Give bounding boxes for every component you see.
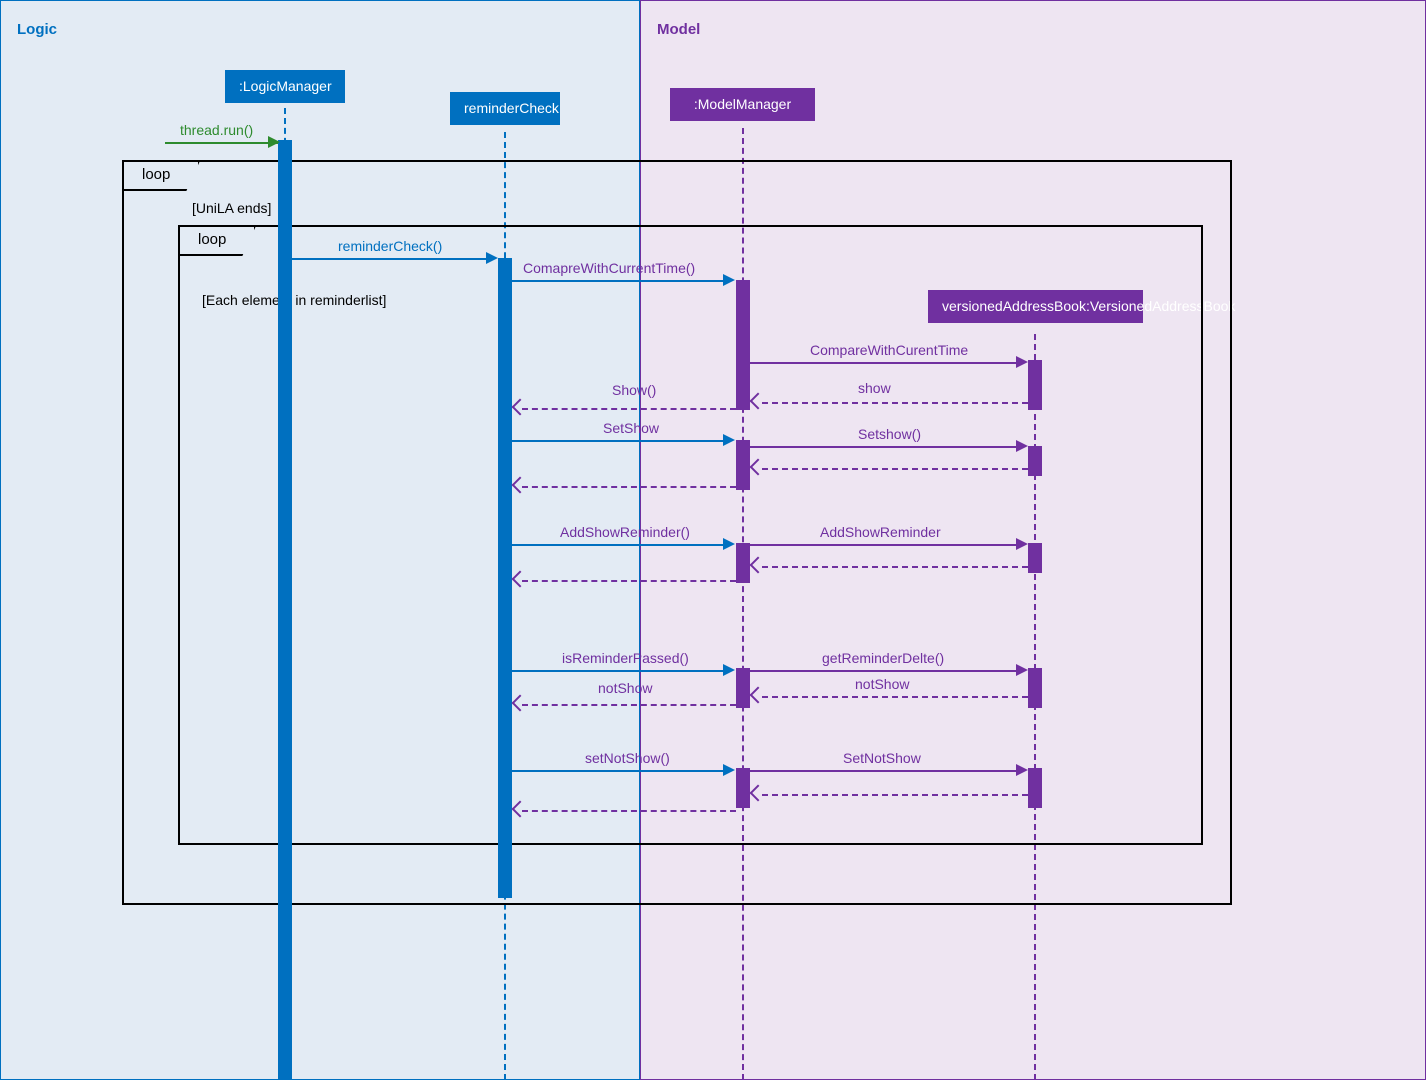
getdelete-head <box>1016 664 1028 676</box>
show-arrow <box>522 408 736 410</box>
logic-label: Logic <box>17 21 57 38</box>
addshow2-label: AddShowReminder <box>820 524 941 540</box>
setshow-head <box>723 434 735 446</box>
inner-loop-tab: loop <box>178 225 256 256</box>
notshow2-label: notShow <box>598 680 652 696</box>
reminder-check-arrow <box>292 258 492 260</box>
model-manager-activation-1 <box>736 280 750 410</box>
setshow-label: SetShow <box>603 420 659 436</box>
vab-activation-2 <box>1028 446 1042 476</box>
setnotshow-ret-arrow <box>762 794 1028 796</box>
getdelete-arrow <box>750 670 1022 672</box>
compare-time-head <box>723 274 735 286</box>
compare-time2-arrow <box>750 362 1022 364</box>
setnotshow2-arrow <box>750 770 1022 772</box>
notshow-arrow <box>762 696 1028 698</box>
model-label: Model <box>657 21 700 38</box>
reminder-check-label: reminderCheck() <box>338 238 442 254</box>
getdelete-label: getReminderDelte() <box>822 650 944 666</box>
addshow-ret-arrow <box>762 566 1028 568</box>
model-manager-activation-4 <box>736 668 750 708</box>
compare-time2-head <box>1016 356 1028 368</box>
isreminder-head <box>723 664 735 676</box>
setshow2-head <box>1016 440 1028 452</box>
thread-run-head <box>268 136 280 148</box>
vab-activation-5 <box>1028 768 1042 808</box>
addshow2-arrow <box>750 544 1022 546</box>
notshow2-arrow <box>522 704 736 706</box>
isreminder-label: isReminderPassed() <box>562 650 689 666</box>
setnotshow-head <box>723 764 735 776</box>
outer-loop-condition: [UniLA ends] <box>192 200 271 216</box>
addshow-head <box>723 538 735 550</box>
thread-run-label: thread.run() <box>180 122 253 138</box>
vab-activation-4 <box>1028 668 1042 708</box>
setnotshow2-label: SetNotShow <box>843 750 921 766</box>
model-manager-activation-5 <box>736 768 750 808</box>
reminder-check-activation <box>498 258 512 898</box>
logic-manager-activation <box>278 140 292 1080</box>
addshow-arrow <box>512 544 730 546</box>
inner-loop-condition: [Each element in reminderlist] <box>202 292 386 308</box>
inner-loop-frame: loop <box>178 225 1203 845</box>
model-manager-activation-2 <box>736 440 750 490</box>
setnotshow2-head <box>1016 764 1028 776</box>
setnotshow-label: setNotShow() <box>585 750 670 766</box>
compare-time-arrow <box>512 280 730 282</box>
logic-manager-box: :LogicManager <box>225 70 345 103</box>
addshow-ret2-arrow <box>522 580 736 582</box>
setshow2-label: Setshow() <box>858 426 921 442</box>
setshow-arrow <box>512 440 730 442</box>
sequence-diagram: Logic Model :LogicManager reminderCheck … <box>0 0 1426 1080</box>
addshow-label: AddShowReminder() <box>560 524 690 540</box>
compare-time2-label: CompareWithCurentTime <box>810 342 968 358</box>
vab-activation-3 <box>1028 543 1042 573</box>
model-manager-box: :ModelManager <box>670 88 815 121</box>
show-return-label: show <box>858 380 891 396</box>
setnotshow-ret2-arrow <box>522 810 736 812</box>
setshow-ret2-arrow <box>522 486 736 488</box>
vab-activation-1 <box>1028 360 1042 410</box>
addshow2-head <box>1016 538 1028 550</box>
show-label: Show() <box>612 382 656 398</box>
notshow-label: notShow <box>855 676 909 692</box>
reminder-check-head <box>486 252 498 264</box>
compare-time-label: ComapreWithCurrentTime() <box>523 260 695 276</box>
reminder-check-box: reminderCheck <box>450 92 560 125</box>
show-return-arrow <box>762 402 1028 404</box>
outer-loop-tab: loop <box>122 160 200 191</box>
model-manager-activation-3 <box>736 543 750 583</box>
thread-run-arrow <box>165 142 278 144</box>
setnotshow-arrow <box>512 770 730 772</box>
setshow2-arrow <box>750 446 1022 448</box>
setshow-ret-arrow <box>762 468 1028 470</box>
isreminder-arrow <box>512 670 730 672</box>
